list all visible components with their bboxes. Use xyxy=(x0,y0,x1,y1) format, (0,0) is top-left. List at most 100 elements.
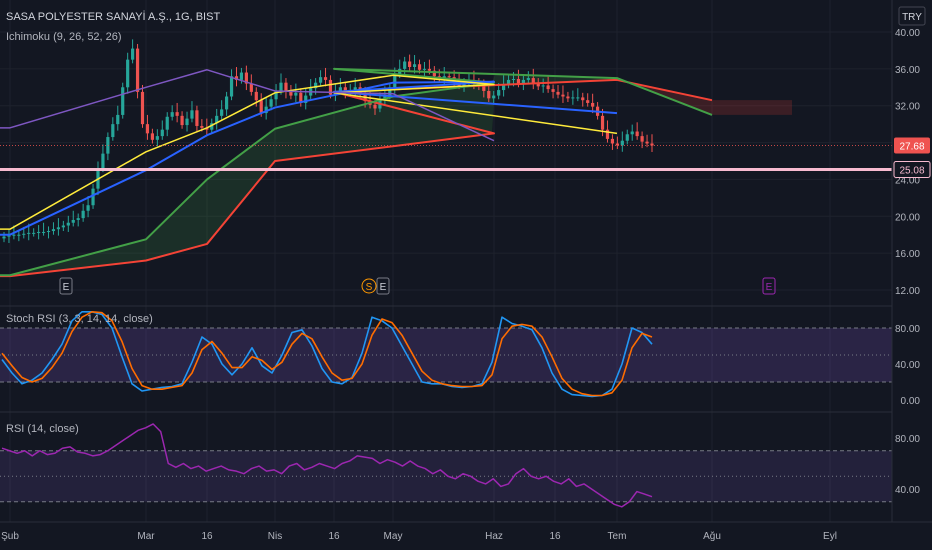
time-tick-1: Mar xyxy=(137,531,155,542)
candle-body-81 xyxy=(403,61,407,69)
candle-body-38 xyxy=(190,110,194,119)
price-tick-1: 36.00 xyxy=(895,65,920,76)
candle-body-25 xyxy=(126,59,130,88)
price-tick-5: 20.00 xyxy=(895,212,920,223)
candle-body-28 xyxy=(140,91,145,125)
earnings-marker-future-label: E xyxy=(766,282,773,293)
candle-body-82 xyxy=(408,61,412,68)
candle-body-119 xyxy=(591,102,595,107)
candle-body-13 xyxy=(66,222,70,226)
ichimoku-legend[interactable]: Ichimoku (9, 26, 52, 26) xyxy=(6,31,122,43)
candle-body-99 xyxy=(492,95,496,99)
earnings-marker-1-label: E xyxy=(63,282,70,293)
candle-body-24 xyxy=(121,87,125,115)
candle-body-118 xyxy=(586,100,590,103)
candle-body-58 xyxy=(289,91,293,96)
candle-body-32 xyxy=(160,129,164,137)
rsi-legend[interactable]: RSI (14, close) xyxy=(6,423,79,435)
candle-body-125 xyxy=(620,140,624,146)
candle-body-114 xyxy=(566,96,570,99)
candle-body-31 xyxy=(155,136,159,140)
candle-body-16 xyxy=(81,210,85,219)
price-tick-7: 12.00 xyxy=(895,286,920,297)
stoch-tick-2: 0.00 xyxy=(901,396,921,407)
last-price-badge-label: 27.68 xyxy=(899,142,924,153)
candle-body-86 xyxy=(427,68,432,71)
time-tick-10: Eyl xyxy=(823,531,837,542)
rsi-tick-1: 40.00 xyxy=(895,485,920,496)
stoch-tick-0: 80.00 xyxy=(895,324,920,335)
candle-body-11 xyxy=(56,227,61,230)
candle-body-116 xyxy=(576,97,580,99)
candle-body-98 xyxy=(487,90,491,99)
candle-body-110 xyxy=(546,85,550,90)
candle-body-56 xyxy=(279,82,283,91)
candle-body-1 xyxy=(7,235,11,237)
candle-body-23 xyxy=(116,114,120,125)
candle-body-122 xyxy=(605,129,610,139)
candle-body-6 xyxy=(32,232,36,234)
candle-body-97 xyxy=(482,86,486,91)
candle-body-33 xyxy=(165,116,169,130)
candle-body-126 xyxy=(625,134,629,141)
candle-body-50 xyxy=(249,83,253,92)
candle-body-112 xyxy=(556,91,560,95)
candle-body-51 xyxy=(254,91,258,101)
time-tick-6: Haz xyxy=(485,531,503,542)
candle-body-106 xyxy=(526,78,530,80)
candle-body-59 xyxy=(294,92,298,96)
symbol-title[interactable]: SASA POLYESTER SANAYİ A.Ş., 1G, BIST xyxy=(6,10,220,23)
time-tick-9: Ağu xyxy=(703,531,721,542)
split-marker-label: S xyxy=(366,282,373,293)
currency-label: TRY xyxy=(902,12,922,23)
candle-body-26 xyxy=(131,48,135,60)
candle-body-45 xyxy=(224,96,229,110)
candle-body-103 xyxy=(511,78,516,80)
time-tick-5: May xyxy=(384,531,403,542)
candle-body-54 xyxy=(269,99,273,107)
candle-body-52 xyxy=(259,100,263,114)
candle-body-123 xyxy=(610,138,615,144)
candle-body-85 xyxy=(422,68,427,70)
candle-body-35 xyxy=(175,112,179,116)
candle-body-27 xyxy=(135,48,140,92)
candle-body-130 xyxy=(645,141,649,144)
stoch-tick-1: 40.00 xyxy=(895,360,920,371)
candle-body-84 xyxy=(417,64,422,70)
rsi-band xyxy=(0,450,892,502)
candle-body-44 xyxy=(220,109,224,116)
price-tick-2: 32.00 xyxy=(895,102,920,113)
stoch-rsi-legend[interactable]: Stoch RSI (3, 3, 14, 14, close) xyxy=(6,313,153,325)
rsi-tick-0: 80.00 xyxy=(895,434,920,445)
candle-body-15 xyxy=(76,218,80,220)
candle-body-22 xyxy=(111,124,115,138)
candle-body-0 xyxy=(2,236,6,239)
candle-body-75 xyxy=(373,104,377,109)
candle-body-4 xyxy=(22,233,26,235)
time-tick-0: Şub xyxy=(1,531,19,542)
candle-body-12 xyxy=(61,225,65,228)
candle-body-111 xyxy=(551,89,555,92)
candle-body-107 xyxy=(531,78,535,83)
candle-body-115 xyxy=(571,97,575,99)
candle-body-29 xyxy=(145,124,150,134)
candle-body-5 xyxy=(27,232,31,234)
candle-body-3 xyxy=(17,234,21,236)
candle-body-127 xyxy=(630,131,634,135)
time-tick-4: 16 xyxy=(328,531,340,542)
candle-body-109 xyxy=(541,85,545,87)
candle-body-14 xyxy=(71,219,75,223)
price-tick-6: 16.00 xyxy=(895,249,920,260)
candle-body-8 xyxy=(41,231,46,233)
candle-body-48 xyxy=(239,72,244,80)
candle-body-129 xyxy=(640,136,644,142)
price-tick-0: 40.00 xyxy=(895,28,920,39)
candle-body-64 xyxy=(318,77,323,83)
candle-body-83 xyxy=(412,64,417,68)
time-tick-2: 16 xyxy=(201,531,213,542)
stoch-band xyxy=(0,328,892,382)
candle-body-2 xyxy=(12,234,16,236)
candle-body-90 xyxy=(447,76,451,78)
candle-body-10 xyxy=(51,229,56,232)
candle-body-104 xyxy=(516,78,521,84)
